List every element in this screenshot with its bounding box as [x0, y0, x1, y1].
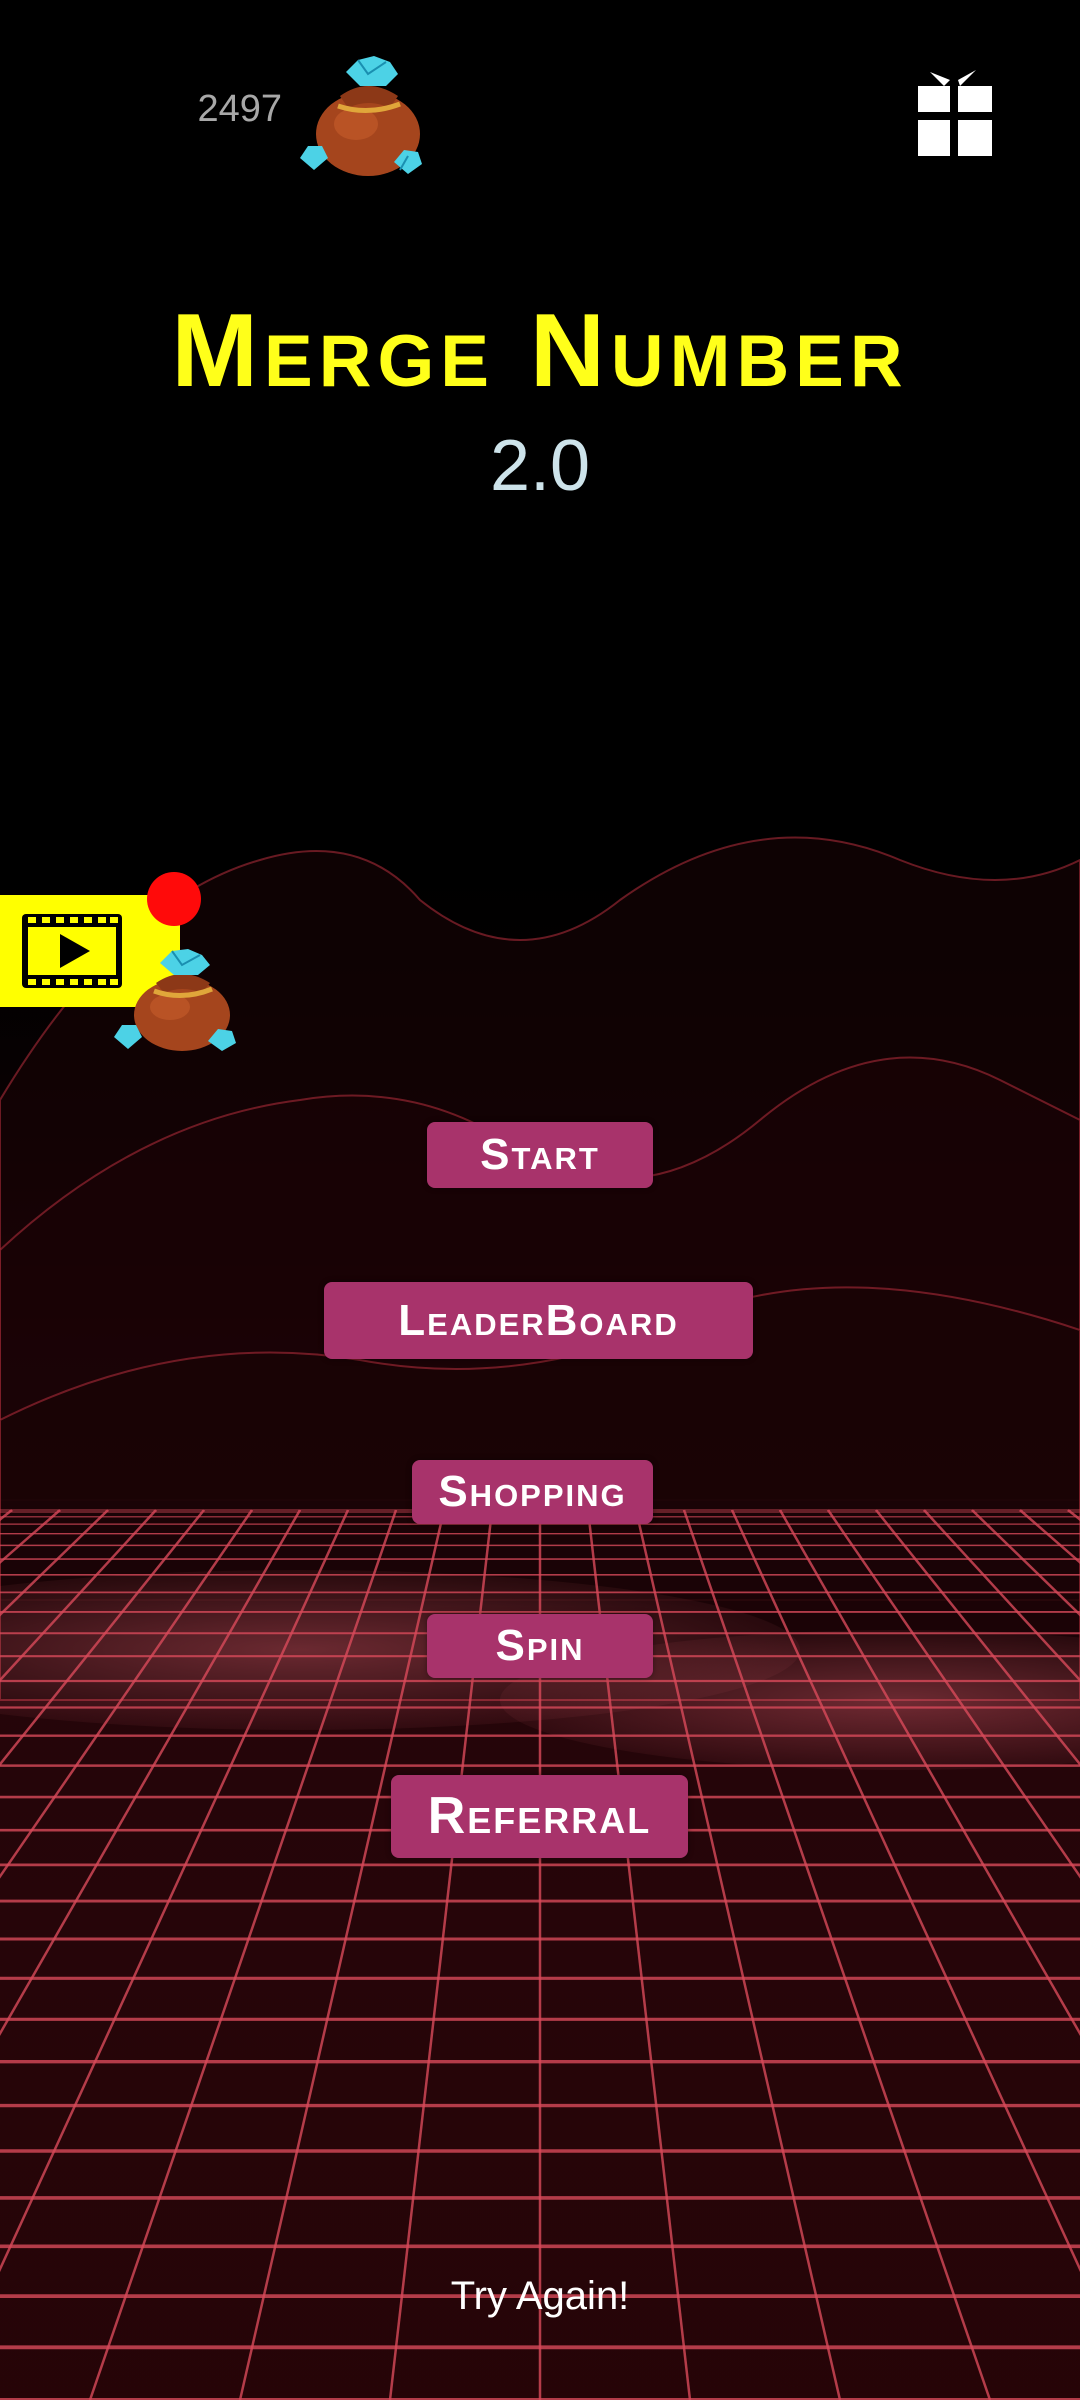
shopping-button[interactable]: Shopping: [412, 1460, 653, 1524]
game-version: 2.0: [489, 426, 591, 506]
spin-button[interactable]: Spin: [427, 1614, 653, 1678]
start-button[interactable]: Start: [427, 1122, 653, 1188]
game-screen: 2497 Merge Number 2.0 Start LeaderBoard …: [0, 0, 1080, 2400]
try-again-link[interactable]: Try Again!: [0, 2274, 1080, 2319]
gift-icon[interactable]: [916, 66, 994, 158]
reward-bag-icon: [114, 949, 236, 1051]
coin-bag-icon: [300, 56, 422, 176]
referral-button[interactable]: Referral: [391, 1775, 688, 1858]
notification-dot: [147, 872, 201, 926]
video-ad-icon: [22, 914, 122, 988]
leaderboard-button[interactable]: LeaderBoard: [324, 1282, 753, 1359]
coin-count: 2497: [197, 88, 282, 130]
game-title: Merge Number: [171, 293, 909, 409]
